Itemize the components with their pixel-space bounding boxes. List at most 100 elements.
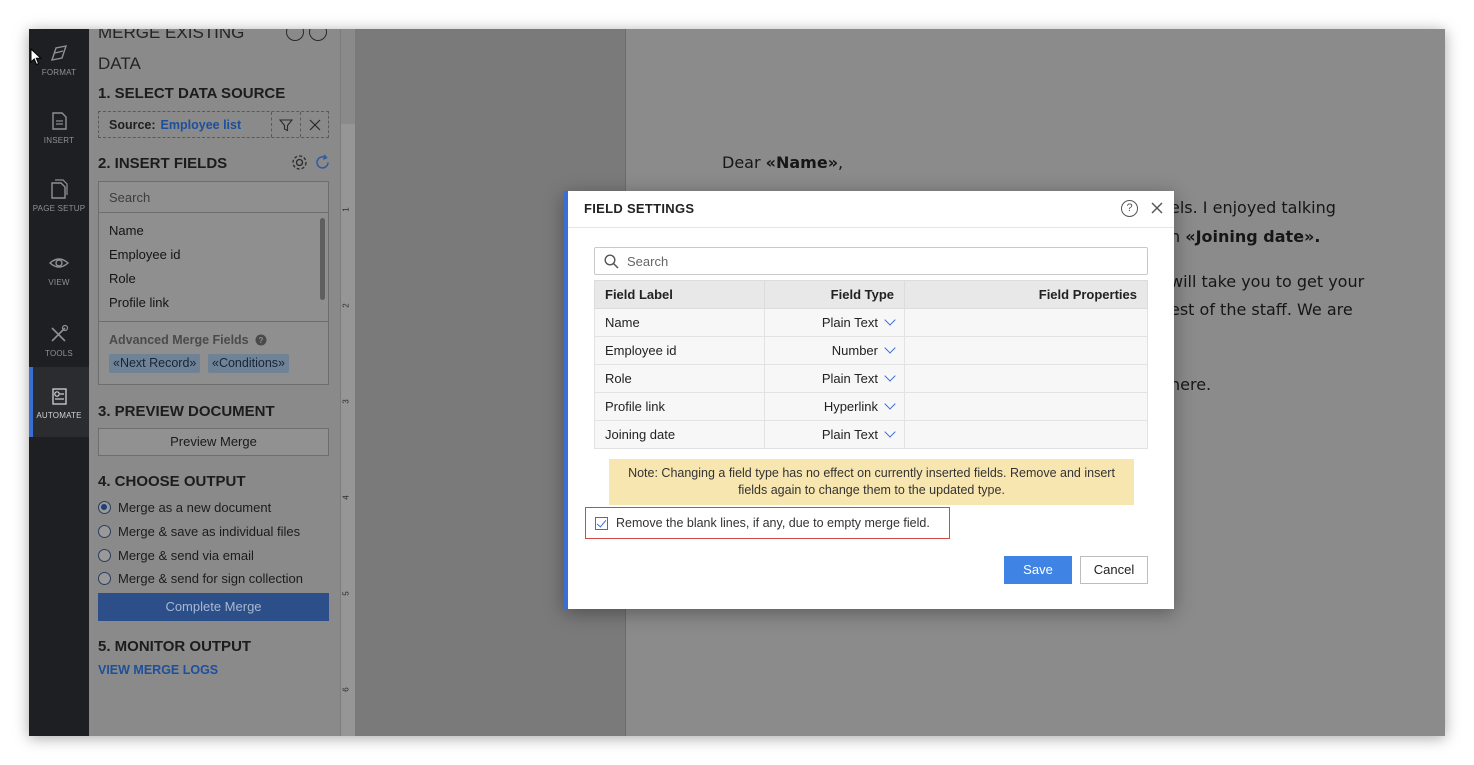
rail-label: FORMAT [41,67,77,77]
table-header-row: Field Label Field Type Field Properties [594,280,1148,309]
automate-icon [52,387,67,405]
rail-label: VIEW [48,277,70,287]
ruler-mark: 5 [341,591,351,596]
ruler-mark: 6 [341,687,351,692]
remove-source-icon[interactable] [300,112,328,137]
conditions-chip[interactable]: «Conditions» [208,354,289,373]
merge-field-name[interactable]: «Name» [766,153,838,172]
complete-merge-button[interactable]: Complete Merge [98,593,329,621]
radio-icon[interactable] [98,501,111,514]
chevron-down-icon[interactable] [884,314,896,326]
output-option-label: Merge & send via email [118,548,254,563]
chevron-down-icon[interactable] [884,342,896,354]
step-select-data-source: 1. SELECT DATA SOURCE [98,85,286,102]
close-circle-icon[interactable] [309,29,327,41]
help-icon[interactable]: ? [1121,200,1138,217]
output-option-sign-collection[interactable]: Merge & send for sign collection [98,571,303,586]
info-circle-icon[interactable] [286,29,304,41]
panel-title: MERGE EXISTING DATA [98,29,245,73]
tools-icon [51,324,69,342]
field-item[interactable]: Name [109,223,144,238]
source-value[interactable]: Employee list [161,118,242,132]
table-row: Profile link Hyperlink [594,392,1148,421]
close-icon[interactable] [1148,199,1166,217]
ruler-mark: 4 [341,495,351,500]
field-settings-dialog: FIELD SETTINGS ? Search Field Label Fiel… [564,191,1174,609]
cancel-button[interactable]: Cancel [1080,556,1148,584]
rail-item-view[interactable]: VIEW [29,234,89,304]
body-line: here. [1170,375,1212,394]
field-type-select[interactable]: Plain Text [764,364,905,393]
column-header-field-label: Field Label [594,280,765,309]
table-row: Role Plain Text [594,364,1148,393]
preview-merge-button[interactable]: Preview Merge [98,428,329,456]
greeting-text: Dear [722,153,766,172]
fields-scrollbar[interactable] [320,218,325,300]
remove-blank-lines-label: Remove the blank lines, if any, due to e… [616,516,930,530]
field-label-cell: Joining date [594,420,765,449]
rail-item-tools[interactable]: TOOLS [29,305,89,375]
rail-label: PAGE SETUP [32,203,86,213]
search-placeholder: Search [627,253,669,269]
rail-item-page-setup[interactable]: PAGE SETUP [29,160,89,230]
body-line: n «Joining date». [1170,227,1320,246]
field-label-cell: Employee id [594,336,765,365]
gear-icon[interactable] [291,154,308,171]
body-line: els. I enjoyed talking [1170,198,1336,217]
field-properties-cell [904,308,1148,337]
save-button[interactable]: Save [1004,556,1072,584]
rail-label: INSERT [43,135,75,145]
chevron-down-icon[interactable] [884,370,896,382]
app-window: FORMAT INSERT PAGE SETUP VIEW TOOLS AUTO… [29,29,1445,736]
step-monitor-output: 5. MONITOR OUTPUT [98,638,252,655]
output-option-individual-files[interactable]: Merge & save as individual files [98,524,300,539]
field-type-select[interactable]: Plain Text [764,308,905,337]
help-icon[interactable]: ? [255,334,267,346]
body-line: will take you to get your [1170,272,1365,291]
step-insert-fields: 2. INSERT FIELDS [98,155,228,172]
advanced-merge-fields-title: Advanced Merge Fields ? [109,333,267,347]
chevron-down-icon[interactable] [884,426,896,438]
field-item[interactable]: Role [109,271,136,286]
rail-item-insert[interactable]: INSERT [29,92,89,162]
rail-item-automate[interactable]: AUTOMATE [29,367,89,437]
table-row: Joining date Plain Text [594,420,1148,449]
fields-box: Search Name Employee id Role Profile lin… [98,181,329,385]
radio-icon[interactable] [98,549,111,562]
field-settings-table: Field Label Field Type Field Properties … [594,280,1148,449]
view-merge-logs-link[interactable]: VIEW MERGE LOGS [98,663,218,677]
checkbox-checked-icon[interactable] [595,516,608,530]
radio-icon[interactable] [98,525,111,538]
divider [568,227,1174,228]
table-row: Employee id Number [594,336,1148,365]
field-search-input[interactable]: Search [594,247,1148,275]
source-label: Source: [109,117,156,132]
field-type-value: Number [831,343,878,358]
chevron-down-icon[interactable] [884,398,896,410]
field-type-select[interactable]: Plain Text [764,420,905,449]
field-type-note: Note: Changing a field type has no effec… [609,459,1134,505]
radio-icon[interactable] [98,572,111,585]
field-type-value: Plain Text [821,427,878,442]
refresh-icon[interactable] [314,154,331,171]
remove-blank-lines-option[interactable]: Remove the blank lines, if any, due to e… [585,507,950,539]
mouse-cursor-icon [30,48,42,66]
fields-search-input[interactable]: Search [99,182,328,213]
output-option-email[interactable]: Merge & send via email [98,548,254,563]
field-label-cell: Role [594,364,765,393]
next-record-chip[interactable]: «Next Record» [109,354,201,373]
step-choose-output: 4. CHOOSE OUTPUT [98,473,246,490]
field-type-value: Plain Text [821,371,878,386]
field-type-select[interactable]: Number [764,336,905,365]
field-item[interactable]: Profile link [109,295,169,310]
field-item[interactable]: Employee id [109,247,181,262]
field-label-cell: Profile link [594,392,765,421]
rail-label: TOOLS [45,348,73,358]
merge-field-joining-date[interactable]: «Joining date». [1185,227,1320,246]
field-type-select[interactable]: Hyperlink [764,392,905,421]
divider [99,321,328,322]
filter-icon[interactable] [271,112,299,137]
output-option-new-document[interactable]: Merge as a new document [98,500,271,515]
rail-label: AUTOMATE [36,410,82,420]
source-box: Source: Employee list [98,111,329,138]
